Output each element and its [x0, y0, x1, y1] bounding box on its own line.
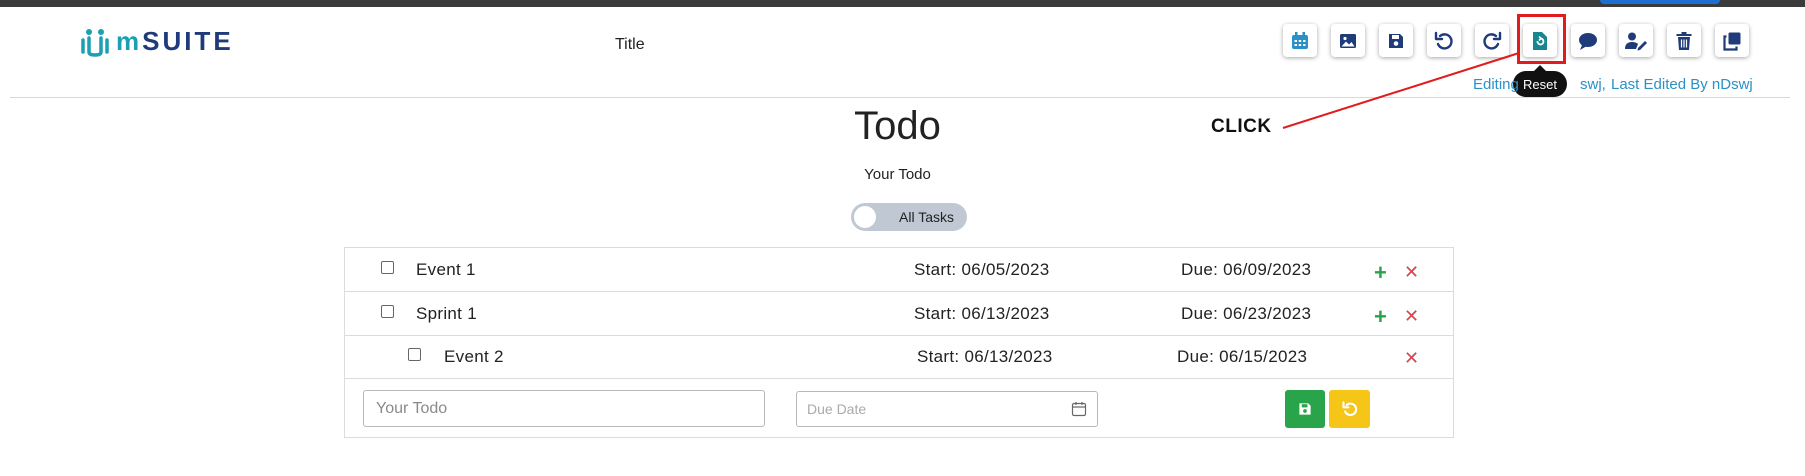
toolbar: [1283, 24, 1749, 57]
table-row: Event 1 Start: 06/05/2023 Due: 06/09/202…: [345, 248, 1453, 292]
trash-icon: [1676, 31, 1692, 50]
save-button[interactable]: [1379, 24, 1413, 57]
row-due-date: Due: 06/15/2023: [1177, 347, 1308, 366]
undo-icon: [1434, 31, 1453, 50]
calendar-button[interactable]: [1283, 24, 1317, 57]
logo-text: mSUITE: [116, 26, 234, 56]
editing-user: swj,: [1580, 76, 1606, 93]
app-logo[interactable]: mSUITE: [80, 26, 234, 57]
document-title[interactable]: Title: [615, 36, 645, 54]
row-start-date: Start: 06/13/2023: [914, 304, 1050, 323]
undo-button[interactable]: [1427, 24, 1461, 57]
editing-status: Editing: [1473, 76, 1519, 93]
save-todo-button[interactable]: [1285, 390, 1325, 428]
save-icon: [1299, 403, 1311, 415]
redo-icon: [1483, 31, 1502, 50]
logo-mark-icon: [81, 28, 109, 57]
row-name: Event 2: [444, 347, 504, 366]
browser-top-button[interactable]: [1600, 0, 1720, 4]
redo-button[interactable]: [1475, 24, 1509, 57]
due-date-input[interactable]: Due Date: [796, 391, 1098, 427]
toggle-label: All Tasks: [899, 209, 954, 225]
image-button[interactable]: [1331, 24, 1365, 57]
delete-button[interactable]: [1667, 24, 1701, 57]
table-row: Event 2 Start: 06/13/2023 Due: 06/15/202…: [345, 336, 1453, 379]
user-edit-icon: [1625, 32, 1647, 50]
duplicate-button[interactable]: [1715, 24, 1749, 57]
remove-task-button[interactable]: ✕: [1404, 263, 1419, 281]
row-start-date: Start: 06/13/2023: [917, 347, 1053, 366]
table-row: Sprint 1 Start: 06/13/2023 Due: 06/23/20…: [345, 292, 1453, 336]
image-icon: [1340, 33, 1356, 48]
calendar-icon: [1292, 31, 1308, 49]
reset-tooltip: Reset: [1513, 65, 1567, 97]
undo-icon: [1341, 401, 1357, 417]
header-divider: [10, 97, 1790, 98]
new-todo-input[interactable]: [363, 390, 765, 427]
copy-icon: [1723, 32, 1741, 51]
reset-todo-button[interactable]: [1329, 390, 1370, 428]
save-icon: [1389, 33, 1403, 48]
add-subtask-button[interactable]: +: [1374, 306, 1387, 328]
calendar-picker-icon[interactable]: [1071, 401, 1087, 417]
row-checkbox[interactable]: [381, 305, 394, 318]
toggle-knob: [854, 206, 876, 228]
due-date-placeholder: Due Date: [807, 401, 867, 417]
browser-top-bar: [0, 0, 1805, 7]
user-edit-button[interactable]: [1619, 24, 1653, 57]
remove-task-button[interactable]: ✕: [1404, 349, 1419, 367]
last-edited-status: Last Edited By nDswj: [1611, 76, 1753, 93]
row-name: Sprint 1: [416, 304, 477, 323]
row-checkbox[interactable]: [381, 261, 394, 274]
row-name: Event 1: [416, 260, 476, 279]
todo-subtitle: Your Todo: [864, 166, 931, 183]
row-start-date: Start: 06/05/2023: [914, 260, 1050, 279]
todo-title: Todo: [854, 104, 941, 148]
row-checkbox[interactable]: [408, 348, 421, 361]
reset-highlight-box: [1517, 14, 1566, 64]
remove-task-button[interactable]: ✕: [1404, 307, 1419, 325]
row-due-date: Due: 06/23/2023: [1181, 304, 1312, 323]
add-subtask-button[interactable]: +: [1374, 262, 1387, 284]
row-due-date: Due: 06/09/2023: [1181, 260, 1312, 279]
comment-icon: [1579, 32, 1597, 50]
comment-button[interactable]: [1571, 24, 1605, 57]
all-tasks-toggle[interactable]: All Tasks: [851, 203, 967, 231]
